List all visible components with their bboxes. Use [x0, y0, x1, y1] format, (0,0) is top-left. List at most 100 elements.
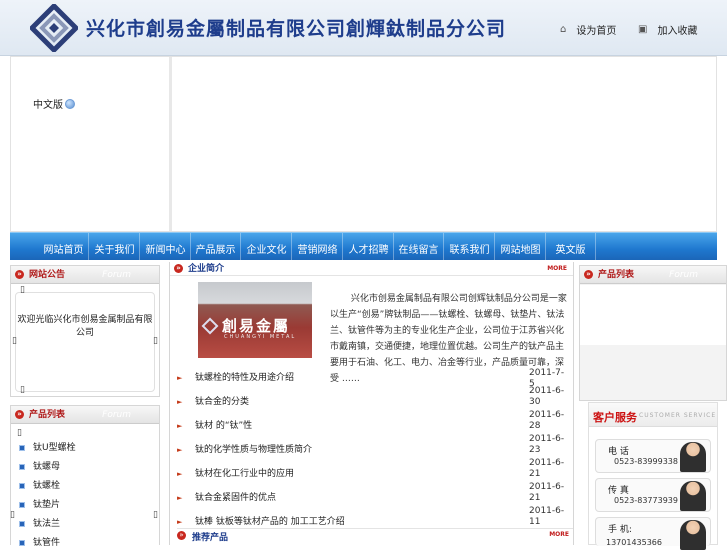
bullet-icon: » — [15, 410, 24, 419]
intro-title: » 企业简介 MORE — [170, 262, 573, 276]
nav-item[interactable]: 营销网络 — [293, 233, 343, 261]
products-left-panel: » 产品列表 Forum 钛U型螺栓 钛螺母 钛螺栓 钛垫片 钛法兰 钛管件 — [10, 405, 160, 548]
nav-item[interactable]: 联系我们 — [445, 233, 495, 261]
phone-value[interactable]: 0523-83999338 — [614, 457, 678, 466]
customer-service-title: 客户服务 — [593, 411, 637, 424]
news-title: 钛合金的分类 — [195, 397, 250, 407]
products-left-title-en: Forum — [102, 410, 131, 420]
list-item[interactable]: 钛U型螺栓 — [17, 439, 155, 458]
arrow-icon: ► — [177, 470, 183, 478]
intro-more-link[interactable]: MORE — [547, 262, 567, 276]
square-bullet-icon — [19, 540, 25, 546]
photo-caption: 創易金屬 — [222, 317, 291, 335]
product-label: 钛螺母 — [33, 462, 61, 472]
news-date: 2011-6-30 — [529, 386, 565, 407]
nav-item[interactable]: 网站首页 — [39, 233, 89, 261]
nav-item[interactable]: 企业文化 — [242, 233, 292, 261]
add-favorite-label: 加入收藏 — [657, 26, 698, 37]
products-left-title: » 产品列表 Forum — [11, 406, 159, 424]
news-item[interactable]: ► 钛材在化工行业中的应用 2011-6-21 — [169, 458, 574, 488]
list-item[interactable]: 钛管件 — [17, 534, 155, 553]
arrow-icon: ► — [177, 494, 183, 502]
header: 兴化市創易金屬制品有限公司創輝鈦制品分公司 ⌂ 设为首页 ▣ 加入收藏 — [0, 0, 727, 56]
add-favorite-link[interactable]: ▣ 加入收藏 — [638, 22, 697, 37]
news-title: 钛棒 钛板等钛材产品的 加工工艺介绍 — [195, 517, 345, 527]
customer-service-title-en: CUSTOMER SERVICE — [639, 412, 717, 419]
recommend-title: » 推荐产品 MORE — [177, 528, 573, 543]
banner-divider — [169, 57, 172, 231]
agent-avatar — [680, 442, 706, 472]
notice-title: » 网站公告 Forum — [11, 266, 159, 284]
product-label: 钛U型螺栓 — [33, 443, 76, 453]
company-logo-icon[interactable] — [30, 4, 78, 52]
fax-value[interactable]: 0523-83773939 — [614, 496, 678, 505]
products-left-title-text: 产品列表 — [29, 410, 66, 420]
broken-image-icon: ▯ — [17, 428, 22, 438]
main-nav: 网站首页 关于我们 新闻中心 产品展示 企业文化 营销网络 人才招聘 在线留言 … — [10, 232, 717, 261]
photo-logo-icon — [201, 317, 219, 335]
news-title: 钛的化学性质与物理性质简介 — [195, 445, 313, 455]
nav-item[interactable]: 关于我们 — [90, 233, 140, 261]
mobile-card: 手 机: 13701435366 — [595, 517, 711, 550]
bullet-icon: » — [174, 264, 183, 273]
banner: 中文版 — [10, 56, 717, 232]
mobile-label: 手 机: — [608, 525, 632, 535]
broken-image-icon: ▯ — [10, 510, 15, 520]
nav-item[interactable]: 网站地图 — [496, 233, 546, 261]
products-right-panel: » 产品列表 Forum — [579, 265, 727, 401]
intro-title-text: 企业简介 — [188, 264, 225, 274]
nav-item[interactable]: 人才招聘 — [344, 233, 394, 261]
globe-icon — [65, 98, 75, 109]
products-right-title-en: Forum — [669, 270, 698, 280]
news-date: 2011-6-28 — [529, 410, 565, 431]
notice-panel: » 网站公告 Forum 欢迎光临兴化市创易金属制品有限公司 — [10, 265, 160, 397]
products-right-body — [580, 285, 726, 345]
nav-item[interactable]: 在线留言 — [394, 233, 444, 261]
product-list: 钛U型螺栓 钛螺母 钛螺栓 钛垫片 钛法兰 钛管件 — [17, 439, 155, 553]
notice-title-en: Forum — [102, 270, 131, 280]
phone-label: 电 话 — [608, 447, 629, 457]
news-item[interactable]: ► 钛的化学性质与物理性质简介 2011-6-23 — [169, 434, 574, 464]
agent-avatar — [680, 520, 706, 550]
news-item[interactable]: ► 钛螺栓的特性及用途介绍 2011-7-5 — [169, 368, 574, 392]
arrow-icon: ► — [177, 398, 183, 406]
news-title: 钛合金紧固件的优点 — [195, 493, 277, 503]
broken-image-icon: ▯ — [153, 336, 158, 346]
product-label: 钛法兰 — [33, 519, 61, 529]
news-item[interactable]: ► 钛合金的分类 2011-6-30 — [169, 386, 574, 416]
list-item[interactable]: 钛螺栓 — [17, 477, 155, 496]
set-homepage-link[interactable]: ⌂ 设为首页 — [560, 22, 616, 37]
bullet-icon: » — [584, 270, 593, 279]
product-label: 钛垫片 — [33, 500, 61, 510]
set-homepage-label: 设为首页 — [576, 26, 617, 37]
recommend-more-link[interactable]: MORE — [549, 531, 569, 538]
agent-avatar — [680, 481, 706, 511]
list-item[interactable]: 钛螺母 — [17, 458, 155, 477]
company-name: 兴化市創易金屬制品有限公司創輝鈦制品分公司 — [86, 18, 507, 40]
phone-card: 电 话 0523-83999338 — [595, 439, 711, 473]
square-bullet-icon — [19, 483, 25, 489]
mobile-value[interactable]: 13701435366 — [606, 538, 662, 547]
language-label: 中文版 — [33, 100, 63, 111]
language-link[interactable]: 中文版 — [33, 96, 75, 111]
notice-title-text: 网站公告 — [29, 270, 66, 280]
list-item[interactable]: 钛垫片 — [17, 496, 155, 515]
nav-item[interactable]: 英文版 — [546, 233, 596, 261]
nav-item[interactable]: 产品展示 — [191, 233, 241, 261]
news-item[interactable]: ► 钛合金紧固件的优点 2011-6-21 — [169, 482, 574, 512]
news-title: 钛材 的“钛”性 — [195, 421, 253, 431]
broken-image-icon: ▯ — [12, 336, 17, 346]
broken-image-icon: ▯ — [20, 285, 25, 295]
company-photo: 創易金屬 CHUANGYI METAL — [198, 282, 312, 358]
broken-image-icon: ▯ — [153, 510, 158, 520]
news-item[interactable]: ► 钛材 的“钛”性 2011-6-28 — [169, 410, 574, 440]
products-right-title-text: 产品列表 — [598, 270, 635, 280]
recommend-title-text: 推荐产品 — [192, 533, 229, 543]
news-list: ► 钛螺栓的特性及用途介绍 2011-7-5 ► 钛合金的分类 2011-6-30 ► 钛… — [169, 368, 574, 536]
bullet-icon: » — [177, 531, 186, 540]
nav-item[interactable]: 新闻中心 — [141, 233, 191, 261]
square-bullet-icon — [19, 464, 25, 470]
news-date: 2011-6-21 — [529, 482, 565, 503]
list-item[interactable]: 钛法兰 — [17, 515, 155, 534]
square-bullet-icon — [19, 521, 25, 527]
